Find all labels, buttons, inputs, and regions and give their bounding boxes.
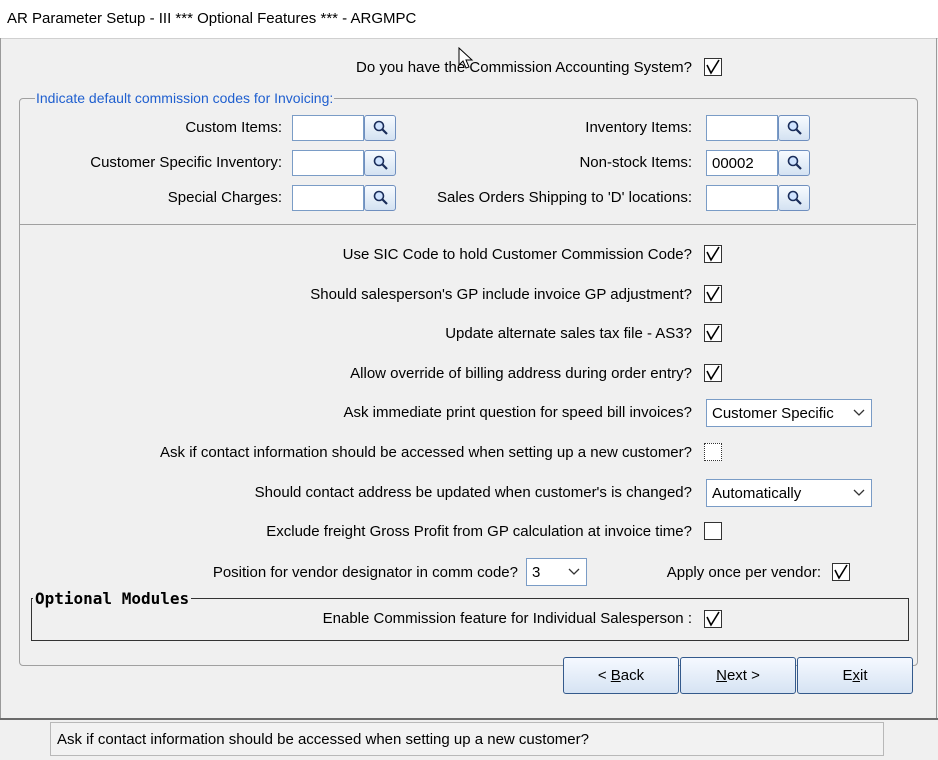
- magnifier-icon: [373, 120, 388, 135]
- apply-once-checkbox[interactable]: [832, 563, 850, 581]
- contact-info-label: Ask if contact information should be acc…: [160, 444, 692, 461]
- back-button[interactable]: < Back: [563, 657, 679, 694]
- speed-bill-label: Ask immediate print question for speed b…: [343, 404, 692, 421]
- next-button[interactable]: Next >: [680, 657, 796, 694]
- inventory-items-label: Inventory Items:: [585, 119, 692, 136]
- alt-sales-tax-checkbox[interactable]: [704, 324, 722, 342]
- inventory-items-lookup-button[interactable]: [778, 115, 810, 141]
- window-border-right: [936, 38, 937, 758]
- invoicing-group-title: Indicate default commission codes for In…: [35, 90, 335, 106]
- customer-specific-inventory-input[interactable]: [292, 150, 364, 176]
- individual-salesperson-checkbox[interactable]: [704, 610, 722, 628]
- checkmark-icon: [706, 246, 720, 262]
- custom-items-lookup-button[interactable]: [364, 115, 396, 141]
- next-button-accel: N: [716, 667, 727, 684]
- vendor-position-label: Position for vendor designator in comm c…: [212, 564, 518, 581]
- non-stock-items-input[interactable]: 00002: [706, 150, 778, 176]
- contact-info-checkbox[interactable]: [704, 443, 722, 461]
- sic-code-label: Use SIC Code to hold Customer Commission…: [342, 246, 692, 263]
- back-button-label-post: ack: [620, 667, 645, 684]
- checkmark-icon: [706, 611, 720, 627]
- commission-system-label: Do you have the Commission Accounting Sy…: [356, 59, 692, 76]
- custom-items-label: Custom Items:: [185, 119, 282, 136]
- back-button-accel: B: [610, 667, 621, 684]
- contact-address-label: Should contact address be updated when c…: [254, 484, 692, 501]
- back-button-label-pre: <: [597, 667, 611, 684]
- special-charges-input[interactable]: [292, 185, 364, 211]
- inventory-items-input[interactable]: [706, 115, 778, 141]
- non-stock-items-lookup-button[interactable]: [778, 150, 810, 176]
- checkmark-icon: [706, 325, 720, 341]
- exit-button-label-pre: E: [842, 667, 853, 684]
- vendor-position-dropdown[interactable]: 3: [526, 558, 587, 586]
- vendor-position-selected: 3: [532, 564, 541, 581]
- chevron-down-icon: [853, 409, 865, 416]
- window-border-left: [0, 38, 1, 758]
- speed-bill-dropdown[interactable]: Customer Specific: [706, 399, 872, 427]
- mouse-pointer-icon: [458, 47, 474, 69]
- custom-items-input[interactable]: [292, 115, 364, 141]
- gp-adjustment-label: Should salesperson's GP include invoice …: [310, 286, 692, 303]
- apply-once-label: Apply once per vendor:: [666, 564, 821, 581]
- magnifier-icon: [787, 155, 802, 170]
- sales-orders-d-locations-label: Sales Orders Shipping to 'D' locations:: [436, 189, 692, 206]
- chevron-down-icon: [568, 568, 580, 575]
- window-title-bar: AR Parameter Setup - III *** Optional Fe…: [0, 0, 938, 39]
- optional-modules-title: Optional Modules: [33, 589, 192, 608]
- special-charges-label: Special Charges:: [167, 189, 282, 206]
- exclude-freight-label: Exclude freight Gross Profit from GP cal…: [266, 523, 692, 540]
- contact-address-selected: Automatically: [712, 485, 802, 502]
- window-title: AR Parameter Setup - III *** Optional Fe…: [7, 10, 417, 27]
- checkmark-icon: [706, 365, 720, 381]
- billing-override-label: Allow override of billing address during…: [350, 365, 692, 382]
- checkmark-icon: [706, 286, 720, 302]
- alt-sales-tax-label: Update alternate sales tax file - AS3?: [445, 325, 692, 342]
- sales-orders-d-locations-input[interactable]: [706, 185, 778, 211]
- magnifier-icon: [787, 120, 802, 135]
- exit-button[interactable]: Exit: [797, 657, 913, 694]
- chevron-down-icon: [853, 489, 865, 496]
- customer-specific-inventory-label: Customer Specific Inventory:: [90, 154, 282, 171]
- sales-orders-d-locations-lookup-button[interactable]: [778, 185, 810, 211]
- sic-code-checkbox[interactable]: [704, 245, 722, 263]
- magnifier-icon: [373, 155, 388, 170]
- magnifier-icon: [787, 190, 802, 205]
- speed-bill-selected: Customer Specific: [712, 405, 834, 422]
- status-message-box: Ask if contact information should be acc…: [50, 722, 884, 756]
- non-stock-items-label: Non-stock Items:: [579, 154, 692, 171]
- group-separator: [20, 224, 916, 225]
- exit-button-accel: x: [852, 667, 861, 684]
- contact-address-dropdown[interactable]: Automatically: [706, 479, 872, 507]
- exit-button-label-post: it: [860, 667, 868, 684]
- status-message: Ask if contact information should be acc…: [57, 731, 589, 748]
- gp-adjustment-checkbox[interactable]: [704, 285, 722, 303]
- customer-specific-inventory-lookup-button[interactable]: [364, 150, 396, 176]
- checkmark-icon: [706, 59, 720, 75]
- special-charges-lookup-button[interactable]: [364, 185, 396, 211]
- billing-override-checkbox[interactable]: [704, 364, 722, 382]
- individual-salesperson-label: Enable Commission feature for Individual…: [322, 610, 692, 627]
- next-button-label-post: ext >: [726, 667, 760, 684]
- magnifier-icon: [373, 190, 388, 205]
- commission-system-checkbox[interactable]: [704, 58, 722, 76]
- exclude-freight-checkbox[interactable]: [704, 522, 722, 540]
- checkmark-icon: [834, 564, 848, 580]
